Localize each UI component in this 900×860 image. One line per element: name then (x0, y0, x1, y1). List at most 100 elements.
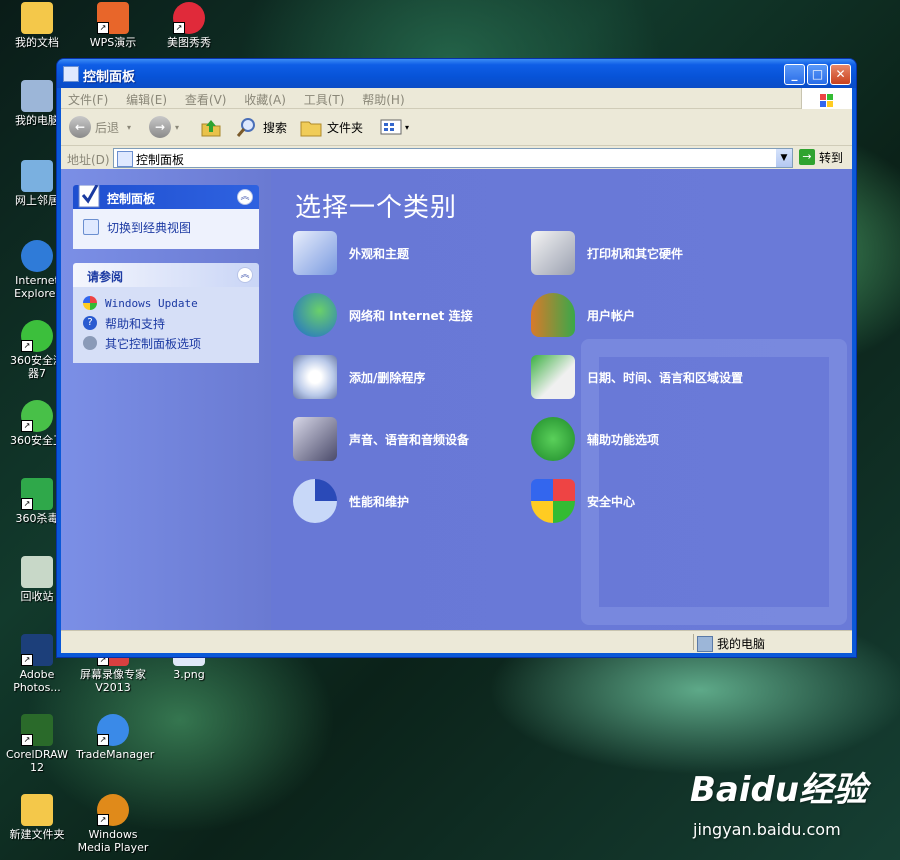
windows-update-icon (83, 296, 97, 310)
menu-file[interactable]: 文件(F) (61, 88, 115, 108)
minimize-button[interactable]: _ (784, 64, 805, 85)
coreldraw-icon: ↗ (21, 714, 53, 746)
search-icon (236, 118, 255, 137)
menu-bar: 文件(F) 编辑(E) 查看(V) 收藏(A) 工具(T) 帮助(H) (61, 88, 852, 111)
360-safe-icon: ↗ (21, 400, 53, 432)
switch-classic-view-label: 切换到经典视图 (107, 220, 192, 235)
category-printers-hardware[interactable]: 打印机和其它硬件 (531, 231, 683, 275)
control-panel-icon (117, 151, 133, 167)
gear-icon (83, 336, 97, 350)
computer-icon (21, 80, 53, 112)
desktop-icon-trademanager[interactable]: ↗ TradeManager (76, 714, 154, 761)
shield-icon: ↗ (21, 478, 53, 510)
pie-chart-icon (293, 479, 337, 523)
folder-icon (21, 2, 53, 34)
go-button[interactable]: → 转到 (799, 148, 843, 166)
category-label: 安全中心 (587, 494, 636, 509)
back-button[interactable]: ← 后退 ▾ (69, 116, 131, 138)
forward-button[interactable]: → ▾ (149, 116, 179, 138)
task-box-title: 控制面板 (107, 192, 156, 206)
category-add-remove-programs[interactable]: 添加/删除程序 (293, 355, 425, 399)
desktop-icon-coreldraw[interactable]: ↗ CorelDRAW 12 (0, 714, 74, 774)
menu-edit[interactable]: 编辑(E) (119, 88, 174, 108)
search-button[interactable]: 搜索 (235, 116, 287, 138)
up-button[interactable] (199, 116, 223, 138)
category-label: 外观和主题 (349, 246, 410, 261)
go-label: 转到 (819, 150, 844, 165)
security-shield-icon (531, 479, 575, 523)
category-label: 性能和维护 (349, 494, 410, 509)
desktop-icon-my-documents[interactable]: 我的文档 (0, 2, 74, 49)
folders-button[interactable]: 文件夹 (299, 116, 363, 138)
search-label: 搜索 (263, 120, 288, 135)
address-input[interactable]: 控制面板 ▼ (113, 148, 793, 168)
category-accessibility[interactable]: 辅助功能选项 (531, 417, 659, 461)
360-browser-icon: ↗ (21, 320, 53, 352)
close-button[interactable]: ✕ (830, 64, 851, 85)
checkmark-icon (78, 185, 100, 208)
other-options-link[interactable]: 其它控制面板选项 (83, 333, 249, 353)
category-performance-maintenance[interactable]: 性能和维护 (293, 479, 409, 523)
desktop-icon-label: Adobe Photos... (13, 668, 61, 694)
status-divider (693, 634, 694, 650)
windows-logo-icon (801, 88, 852, 111)
category-sounds-audio[interactable]: 声音、语音和音频设备 (293, 417, 469, 461)
help-support-link[interactable]: ? 帮助和支持 (83, 313, 249, 333)
category-label: 日期、时间、语言和区域设置 (587, 370, 744, 385)
desktop-icon-meitu[interactable]: ↗ 美图秀秀 (152, 2, 226, 49)
wheelchair-icon (531, 417, 575, 461)
see-also-title: 请参阅 (87, 270, 124, 284)
menu-help[interactable]: 帮助(H) (355, 88, 411, 108)
back-arrow-icon: ← (69, 116, 91, 138)
views-button[interactable]: ▾ (379, 116, 409, 138)
desktop-icon-new-folder[interactable]: 新建文件夹 (0, 794, 74, 841)
meitu-icon: ↗ (173, 2, 205, 34)
windows-update-link[interactable]: Windows Update (83, 293, 249, 313)
collapse-icon[interactable]: ︽ (237, 267, 253, 283)
network-globe-icon (293, 293, 337, 337)
maximize-button[interactable]: □ (807, 64, 828, 85)
back-label: 后退 (95, 120, 120, 135)
desktop-icon-label: 美图秀秀 (167, 36, 211, 49)
media-player-icon: ↗ (97, 794, 129, 826)
network-icon (21, 160, 53, 192)
computer-icon (697, 635, 713, 652)
views-icon (380, 119, 402, 135)
category-label: 辅助功能选项 (587, 432, 660, 447)
category-date-time-language[interactable]: 日期、时间、语言和区域设置 (531, 355, 743, 399)
menu-view[interactable]: 查看(V) (178, 88, 234, 108)
task-box-header[interactable]: 控制面板 ︽ (73, 185, 259, 209)
address-value: 控制面板 (136, 153, 185, 167)
photoshop-icon: ↗ (21, 634, 53, 666)
programs-box-icon (293, 355, 337, 399)
desktop-icon-media-player[interactable]: ↗ Windows Media Player (76, 794, 150, 854)
category-user-accounts[interactable]: 用户帐户 (531, 293, 635, 337)
category-pane: 选择一个类别 外观和主题 打印机和其它硬件 网络和 Internet 连接 用户… (271, 169, 852, 631)
category-security-center[interactable]: 安全中心 (531, 479, 635, 523)
baidu-watermark: Baidu经验 (690, 770, 868, 810)
internet-explorer-icon (21, 240, 53, 272)
folder-up-icon (201, 120, 221, 137)
collapse-icon[interactable]: ︽ (237, 189, 253, 205)
see-also-header[interactable]: 请参阅 ︽ (73, 263, 259, 287)
desktop-icon-wps[interactable]: ↗ WPS演示 (76, 2, 150, 49)
toolbar: ← 后退 ▾ → ▾ 搜索 文件夹 ▾ (61, 109, 852, 146)
baidu-watermark-url: jingyan.baidu.com (693, 820, 841, 839)
category-appearance[interactable]: 外观和主题 (293, 231, 409, 275)
title-bar[interactable]: 控制面板 _ □ ✕ (57, 59, 856, 88)
desktop-icon-label: Windows Media Player (77, 828, 149, 854)
trademanager-icon: ↗ (97, 714, 129, 746)
forward-arrow-icon: → (149, 116, 171, 138)
content-area: 控制面板 ︽ 切换到经典视图 请参阅 ︽ Windows Update ? 帮助… (61, 169, 852, 631)
window-title: 控制面板 (83, 70, 136, 85)
calendar-globe-icon (531, 355, 575, 399)
page-title: 选择一个类别 (295, 193, 458, 223)
category-network-internet[interactable]: 网络和 Internet 连接 (293, 293, 473, 337)
switch-classic-view-link[interactable]: 切换到经典视图 (83, 217, 249, 237)
menu-tools[interactable]: 工具(T) (297, 88, 352, 108)
desktop-icon-label: WPS演示 (89, 36, 137, 49)
chevron-down-icon[interactable]: ▼ (776, 149, 792, 167)
menu-favorites[interactable]: 收藏(A) (237, 88, 293, 108)
desktop-icon-label: 新建文件夹 (9, 828, 65, 841)
help-icon: ? (83, 316, 97, 330)
